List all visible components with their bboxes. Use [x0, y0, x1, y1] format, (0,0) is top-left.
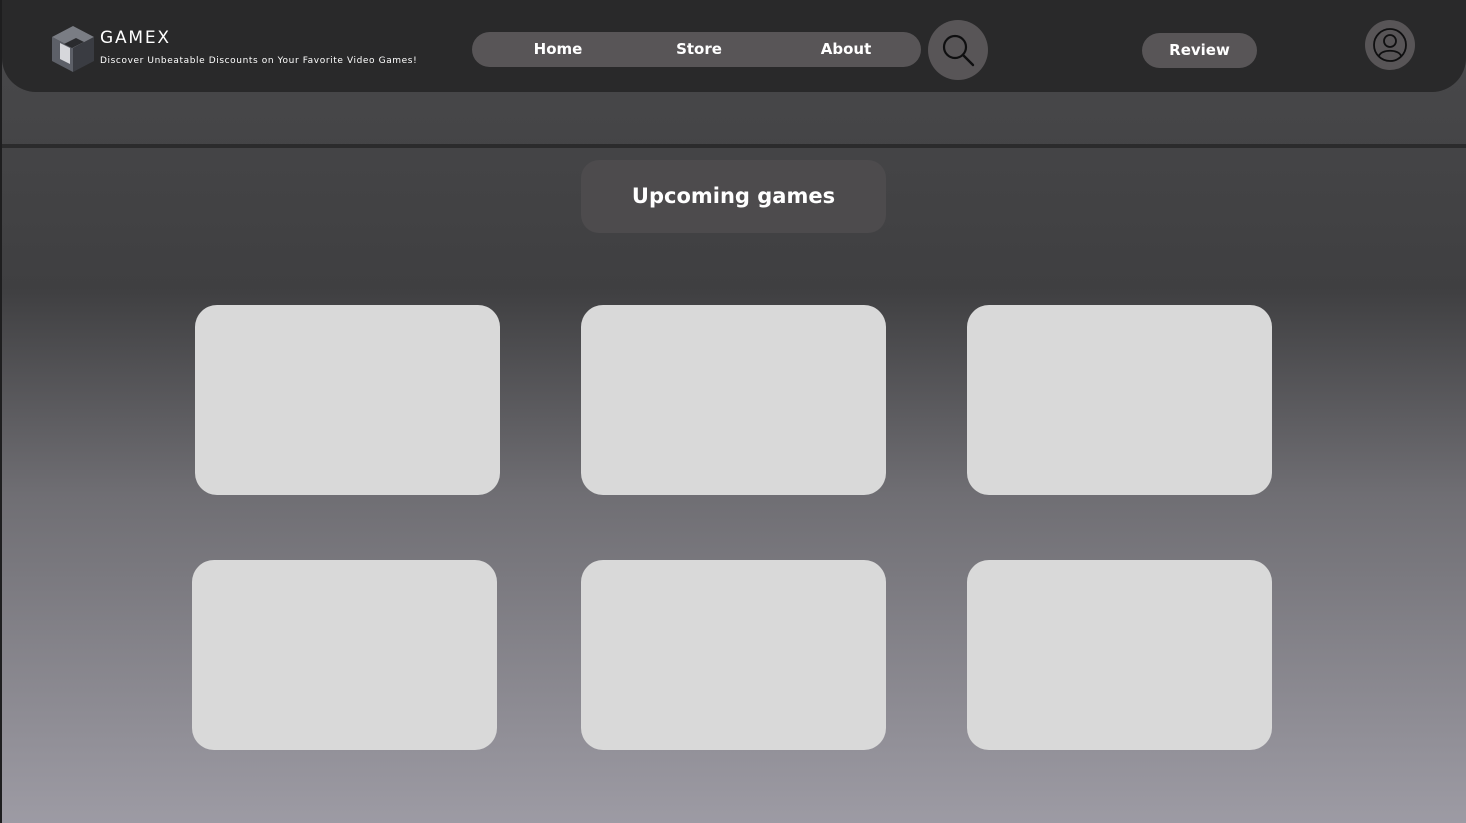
game-card[interactable] — [581, 305, 886, 495]
brand-tagline: Discover Unbeatable Discounts on Your Fa… — [100, 56, 418, 66]
user-avatar-icon — [1373, 28, 1407, 62]
game-card[interactable] — [967, 560, 1272, 750]
account-button[interactable] — [1365, 20, 1415, 70]
nav-home[interactable]: Home — [522, 32, 594, 67]
game-card[interactable] — [195, 305, 500, 495]
game-card[interactable] — [192, 560, 497, 750]
game-card[interactable] — [967, 305, 1272, 495]
main-nav: Home Store About — [472, 32, 921, 67]
top-header: GAMEX Discover Unbeatable Discounts on Y… — [2, 0, 1466, 92]
section-title-upcoming: Upcoming games — [581, 160, 886, 233]
nav-store[interactable]: Store — [665, 32, 733, 67]
game-card[interactable] — [581, 560, 886, 750]
brand-name: GAMEX — [100, 28, 171, 48]
cube-logo-icon[interactable] — [50, 24, 96, 74]
search-icon — [942, 34, 975, 67]
nav-about[interactable]: About — [810, 32, 882, 67]
review-button[interactable]: Review — [1142, 33, 1257, 68]
search-button[interactable] — [928, 20, 988, 80]
section-divider — [2, 144, 1466, 148]
window-edge — [0, 0, 2, 823]
